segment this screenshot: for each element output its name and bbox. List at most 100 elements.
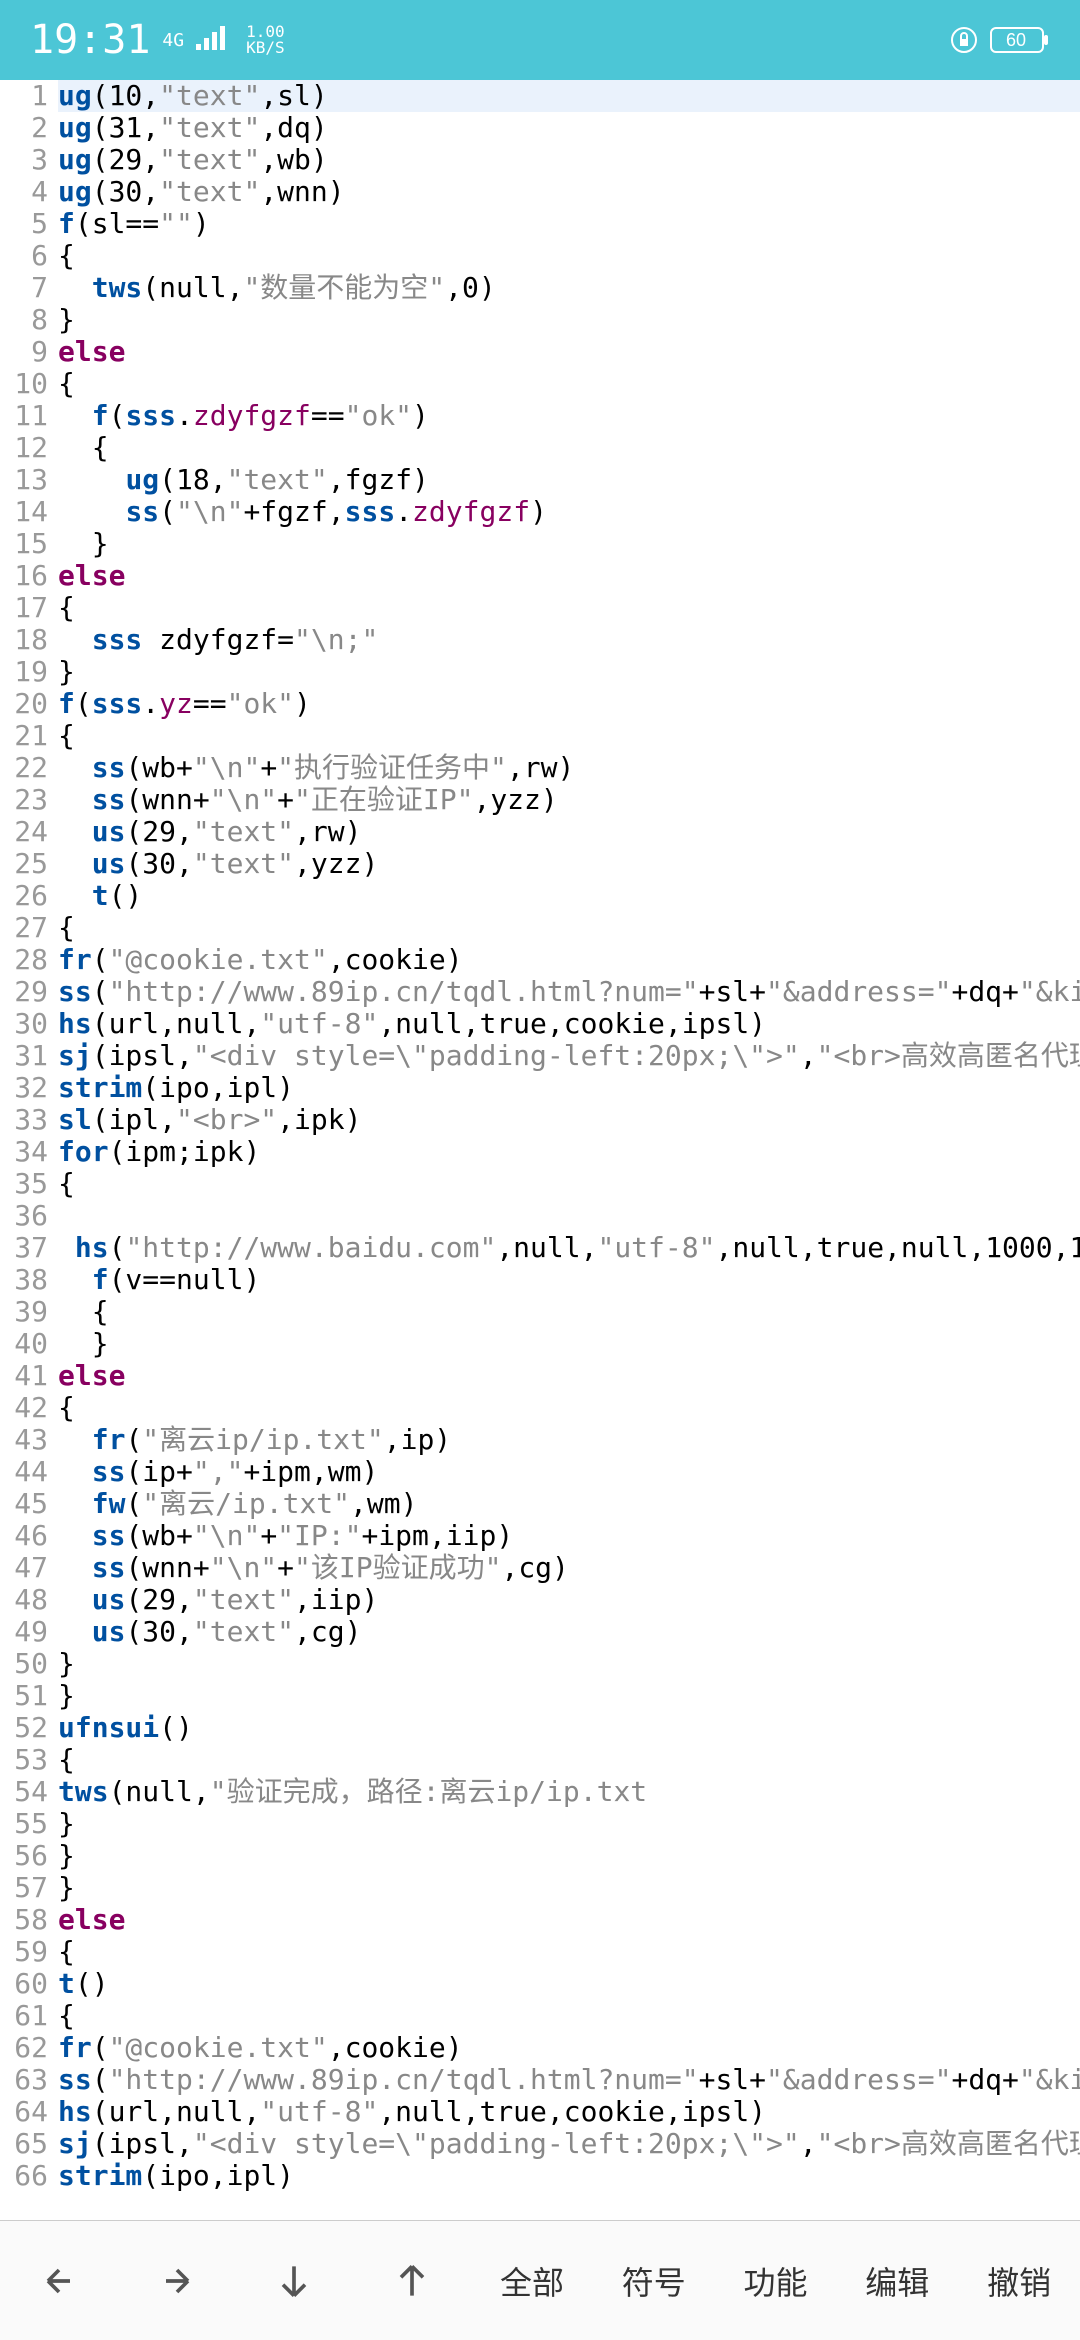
code-line[interactable]: { [58,1168,1080,1200]
code-line[interactable]: f(sl=="") [58,208,1080,240]
code-line[interactable]: tws(null,"数量不能为空",0) [58,272,1080,304]
code-line[interactable]: ss(wb+"\n"+"IP:"+ipm,iip) [58,1520,1080,1552]
code-line[interactable]: ss(wnn+"\n"+"该IP验证成功",cg) [58,1552,1080,1584]
code-line[interactable]: ug(10,"text",sl) [58,80,1080,112]
line-number: 23 [0,784,48,816]
code-line[interactable]: us(30,"text",cg) [58,1616,1080,1648]
code-line[interactable]: fr("离云ip/ip.txt",ip) [58,1424,1080,1456]
code-line[interactable]: } [58,1680,1080,1712]
code-line[interactable]: ufnsui() [58,1712,1080,1744]
code-line[interactable]: us(29,"text",iip) [58,1584,1080,1616]
code-line[interactable]: sj(ipsl,"<div style=\"padding-left:20px;… [58,2128,1080,2160]
code-line[interactable]: else [58,1360,1080,1392]
toolbar-edit[interactable]: 编辑 [865,2258,929,2304]
code-line[interactable]: f(v==null) [58,1264,1080,1296]
code-line[interactable] [58,1200,1080,1232]
code-line[interactable]: { [58,240,1080,272]
toolbar-function[interactable]: 功能 [744,2258,808,2304]
code-line[interactable]: ss("http://www.89ip.cn/tqdl.html?num="+s… [58,2064,1080,2096]
code-line[interactable]: hs(url,null,"utf-8",null,true,cookie,ips… [58,1008,1080,1040]
code-line[interactable]: ss(wnn+"\n"+"正在验证IP",yzz) [58,784,1080,816]
code-line[interactable]: hs(url,null,"utf-8",null,true,cookie,ips… [58,2096,1080,2128]
code-line[interactable]: ss(wb+"\n"+"执行验证任务中",rw) [58,752,1080,784]
code-line[interactable]: strim(ipo,ipl) [58,1072,1080,1104]
code-line[interactable]: fr("@cookie.txt",cookie) [58,944,1080,976]
line-number: 49 [0,1616,48,1648]
net-type: 4G [162,30,184,51]
line-number: 3 [0,144,48,176]
line-number: 47 [0,1552,48,1584]
code-line[interactable]: { [58,1936,1080,1968]
status-bar: 19:31 4G 1.00 KB/S 60 [0,0,1080,80]
line-number: 57 [0,1872,48,1904]
code-line[interactable]: f(sss.zdyfgzf=="ok") [58,400,1080,432]
line-number: 27 [0,912,48,944]
line-number: 48 [0,1584,48,1616]
line-number: 34 [0,1136,48,1168]
line-number: 38 [0,1264,48,1296]
code-content[interactable]: ug(10,"text",sl)ug(31,"text",dq)ug(29,"t… [58,80,1080,2220]
code-line[interactable]: tws(null,"验证完成，路径:离云ip/ip.txt [58,1776,1080,1808]
line-number: 29 [0,976,48,1008]
code-line[interactable]: ug(31,"text",dq) [58,112,1080,144]
code-line[interactable]: else [58,336,1080,368]
line-number: 61 [0,2000,48,2032]
code-line[interactable]: fw("离云/ip.txt",wm) [58,1488,1080,1520]
line-number: 58 [0,1904,48,1936]
toolbar-undo[interactable]: 撤销 [987,2258,1051,2304]
code-line[interactable]: strim(ipo,ipl) [58,2160,1080,2192]
line-number: 66 [0,2160,48,2192]
code-line[interactable]: } [58,1808,1080,1840]
arrow-left-button[interactable] [29,2251,89,2311]
code-line[interactable]: } [58,1840,1080,1872]
code-line[interactable]: else [58,560,1080,592]
line-number: 43 [0,1424,48,1456]
status-left: 19:31 4G 1.00 KB/S [30,17,285,63]
code-line[interactable]: ug(30,"text",wnn) [58,176,1080,208]
code-line[interactable]: us(30,"text",yzz) [58,848,1080,880]
line-number: 17 [0,592,48,624]
code-line[interactable]: ug(29,"text",wb) [58,144,1080,176]
code-line[interactable]: { [58,720,1080,752]
line-number: 22 [0,752,48,784]
code-line[interactable]: ss("http://www.89ip.cn/tqdl.html?num="+s… [58,976,1080,1008]
line-number: 52 [0,1712,48,1744]
code-line[interactable]: for(ipm;ipk) [58,1136,1080,1168]
code-line[interactable]: } [58,1648,1080,1680]
line-number: 18 [0,624,48,656]
code-line[interactable]: } [58,528,1080,560]
code-line[interactable]: sl(ipl,"<br>",ipk) [58,1104,1080,1136]
code-line[interactable]: { [58,1744,1080,1776]
code-line[interactable]: t() [58,880,1080,912]
code-line[interactable]: fr("@cookie.txt",cookie) [58,2032,1080,2064]
code-line[interactable]: sj(ipsl,"<div style=\"padding-left:20px;… [58,1040,1080,1072]
code-line[interactable]: ug(18,"text",fgzf) [58,464,1080,496]
toolbar-all[interactable]: 全部 [500,2258,564,2304]
code-editor[interactable]: 1234567891011121314151617181920212223242… [0,80,1080,2220]
code-line[interactable]: t() [58,1968,1080,2000]
arrow-down-button[interactable] [264,2251,324,2311]
code-line[interactable]: hs("http://www.baidu.com",null,"utf-8",n… [58,1232,1080,1264]
code-line[interactable]: ss("\n"+fgzf,sss.zdyfgzf) [58,496,1080,528]
code-line[interactable]: { [58,432,1080,464]
code-line[interactable]: ss(ip+","+ipm,wm) [58,1456,1080,1488]
line-number: 35 [0,1168,48,1200]
code-line[interactable]: sss zdyfgzf="\n;" [58,624,1080,656]
code-line[interactable]: } [58,656,1080,688]
code-line[interactable]: { [58,1392,1080,1424]
toolbar-symbol[interactable]: 符号 [622,2258,686,2304]
code-line[interactable]: else [58,1904,1080,1936]
code-line[interactable]: f(sss.yz=="ok") [58,688,1080,720]
arrow-right-button[interactable] [147,2251,207,2311]
code-line[interactable]: } [58,1872,1080,1904]
code-line[interactable]: { [58,2000,1080,2032]
code-line[interactable]: } [58,304,1080,336]
code-line[interactable]: { [58,368,1080,400]
arrow-up-button[interactable] [382,2251,442,2311]
code-line[interactable]: { [58,1296,1080,1328]
code-line[interactable]: } [58,1328,1080,1360]
line-number: 64 [0,2096,48,2128]
code-line[interactable]: { [58,912,1080,944]
code-line[interactable]: us(29,"text",rw) [58,816,1080,848]
code-line[interactable]: { [58,592,1080,624]
